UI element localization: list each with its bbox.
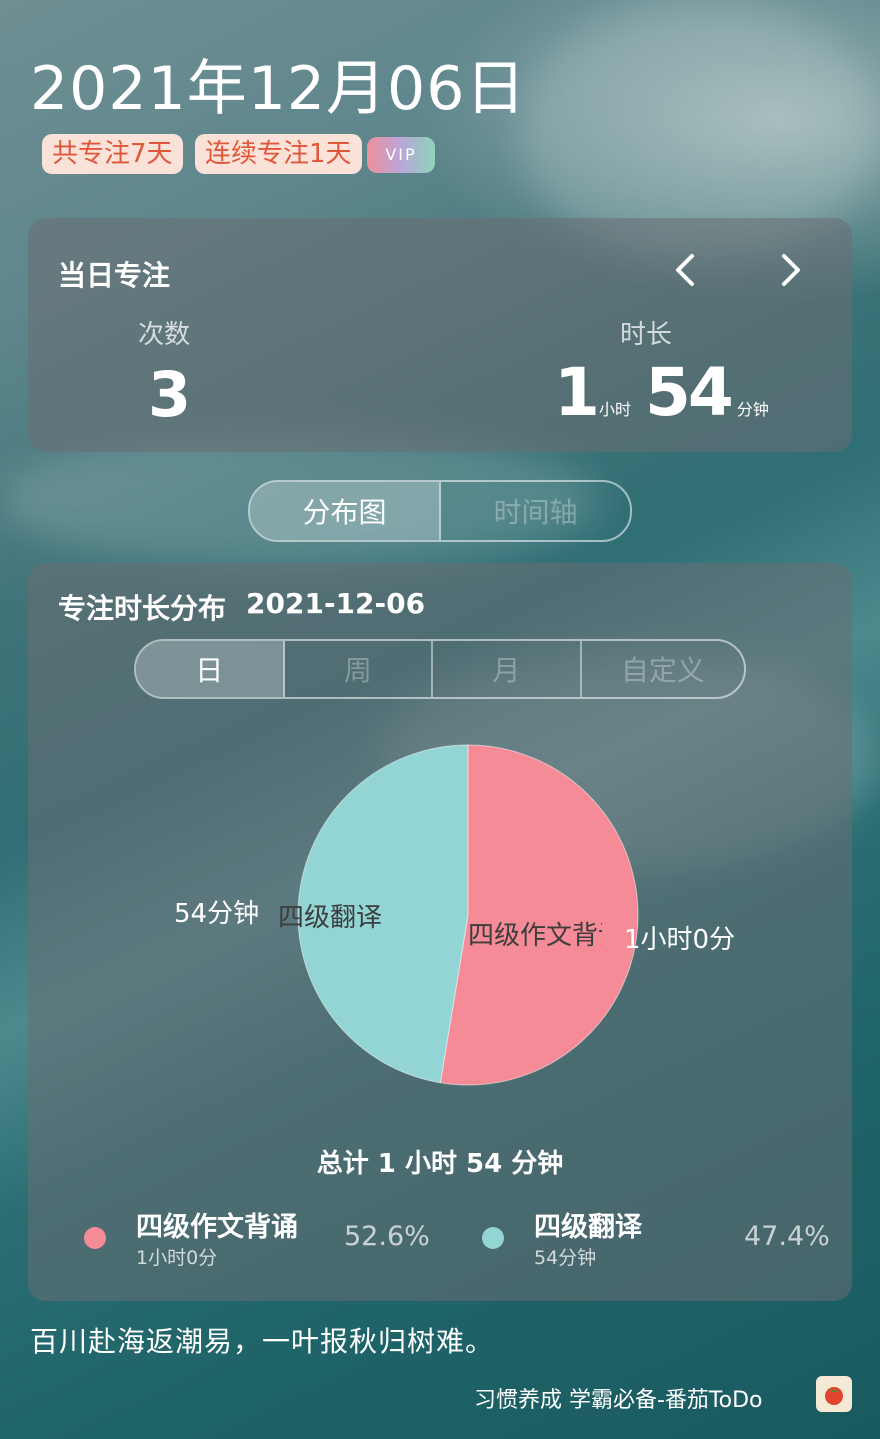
legend-name-translation: 四级翻译 — [534, 1212, 642, 1243]
tomato-icon — [825, 1387, 843, 1405]
legend-dot-essay — [84, 1227, 106, 1249]
streak-days-badge: 连续专注1天 — [195, 134, 362, 174]
duration-value: 1 小时 54 分钟 — [554, 354, 769, 431]
total-duration: 总计 1 小时 54 分钟 — [316, 1149, 564, 1179]
count-label: 次数 — [138, 320, 191, 350]
quote: 百川赴海返潮易，一叶报秋归树难。 — [30, 1325, 495, 1358]
app-tagline: 习惯养成 学霸必备-番茄ToDo — [474, 1388, 763, 1413]
duration-label: 时长 — [620, 320, 673, 350]
legend-dot-translation — [482, 1227, 504, 1249]
pie-outer-label-translation: 54分钟 — [174, 899, 260, 929]
legend-percent-essay: 52.6% — [344, 1221, 430, 1252]
daily-focus-title: 当日专注 — [58, 259, 171, 292]
legend-name-essay: 四级作文背诵 — [136, 1212, 298, 1243]
previous-day-icon[interactable] — [670, 252, 700, 288]
vip-badge[interactable]: VIP — [367, 137, 435, 173]
duration-hours-unit: 小时 — [598, 400, 631, 419]
count-value: 3 — [148, 358, 192, 431]
legend-duration-translation: 54分钟 — [534, 1247, 597, 1269]
tab-timeline[interactable]: 时间轴 — [441, 482, 630, 540]
duration-minutes: 54 — [644, 354, 734, 431]
app-logo — [816, 1376, 852, 1412]
pie-label-essay: 四级作文背诵 — [468, 921, 602, 951]
date-title: 2021年12月06日 — [30, 54, 527, 124]
legend-percent-translation: 47.4% — [744, 1221, 830, 1252]
duration-minutes-unit: 分钟 — [736, 400, 769, 419]
next-day-icon[interactable] — [776, 252, 806, 288]
daily-focus-card: 当日专注 次数 3 时长 1 小时 54 分钟 — [28, 218, 852, 452]
duration-hours: 1 — [554, 354, 600, 431]
distribution-card: 专注时长分布 2021-12-06 日 周 月 自定义 四级作文背诵 1小时0分… — [28, 563, 852, 1301]
view-toggle: 分布图 时间轴 — [248, 480, 632, 542]
pie-outer-label-essay: 1小时0分 — [624, 925, 736, 955]
pie-label-translation: 四级翻译 — [278, 903, 383, 933]
legend-duration-essay: 1小时0分 — [136, 1247, 218, 1269]
tab-distribution[interactable]: 分布图 — [250, 482, 441, 540]
pie-chart — [297, 744, 639, 1086]
total-focus-days-badge: 共专注7天 — [42, 134, 183, 174]
